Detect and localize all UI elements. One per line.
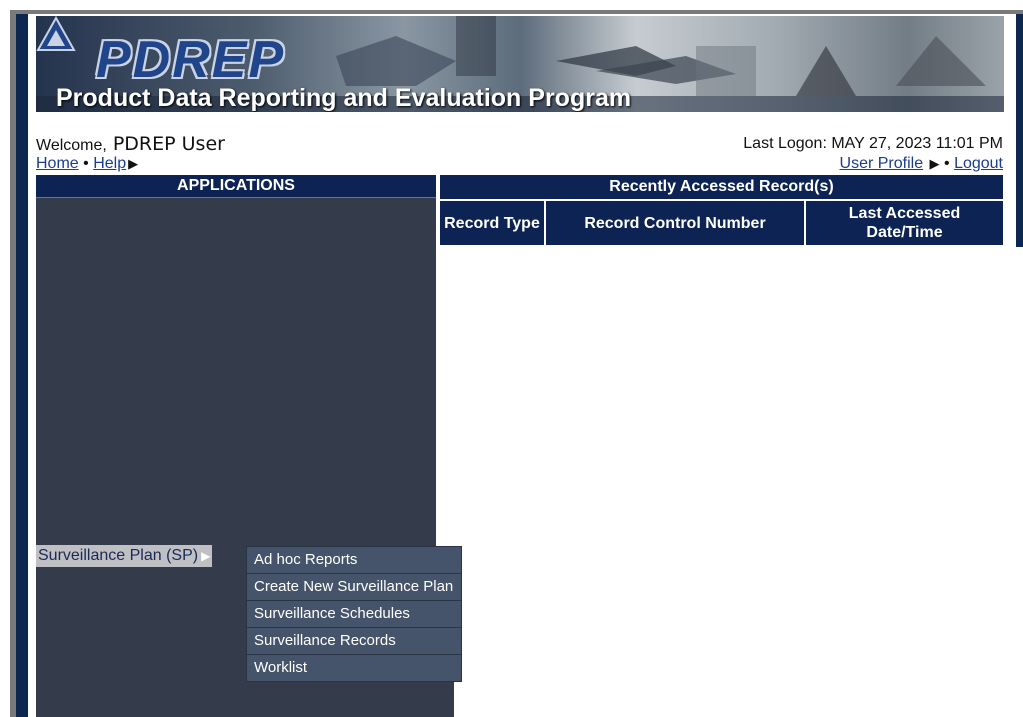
user-name: PDREP User [112,133,225,155]
submenu-arrow-icon: ▶ [201,549,211,563]
nav-separator: • [944,155,950,172]
program-title: Product Data Reporting and Evaluation Pr… [56,84,632,112]
app-item-surveillance-plan[interactable]: Surveillance Plan (SP) ▶ [36,545,213,567]
menu-item-surveillance-schedules[interactable]: Surveillance Schedules [247,601,461,628]
site-banner: PDREP Product Data Reporting and Evaluat… [36,16,1004,112]
page-border-left [16,14,28,717]
column-record-control-number[interactable]: Record Control Number [545,201,806,245]
last-logon: Last Logon: MAY 27, 2023 11:01 PM [743,135,1003,152]
column-last-accessed[interactable]: Last Accessed Date/Time [805,201,1003,245]
menu-item-create-new-surveillance-plan[interactable]: Create New Surveillance Plan [247,574,461,601]
help-link[interactable]: Help [93,155,126,172]
logout-link[interactable]: Logout [954,155,1003,172]
home-link[interactable]: Home [36,155,79,172]
user-profile-link[interactable]: User Profile [840,155,924,172]
window-frame-top [10,10,1023,14]
nav-links-left: Home • Help ▶ [36,155,138,173]
recent-records-panel: Recently Accessed Record(s) Record Type … [440,175,1003,245]
pdrep-logo-icon [36,16,76,51]
page-border-right [1016,14,1023,247]
pdrep-logo-text: PDREP [96,31,286,89]
applications-header: APPLICATIONS [36,175,436,198]
recent-records-table: Record Type Record Control Number Last A… [440,201,1003,245]
welcome-message: Welcome, PDREP User [36,133,225,155]
help-menu-arrow-icon[interactable]: ▶ [128,156,138,171]
nav-separator: • [83,155,89,172]
nav-links-right: User Profile ▶ • Logout [840,155,1003,173]
recent-records-header: Recently Accessed Record(s) [440,175,1003,201]
menu-item-worklist[interactable]: Worklist [247,655,461,681]
app-item-label: Surveillance Plan (SP) [38,547,199,564]
welcome-label: Welcome, [36,137,107,154]
menu-item-surveillance-records[interactable]: Surveillance Records [247,628,461,655]
column-record-type[interactable]: Record Type [440,201,546,245]
surveillance-plan-submenu: Ad hoc Reports Create New Surveillance P… [246,546,462,682]
user-profile-arrow-icon[interactable]: ▶ [930,156,940,171]
menu-item-ad-hoc-reports[interactable]: Ad hoc Reports [247,547,461,574]
